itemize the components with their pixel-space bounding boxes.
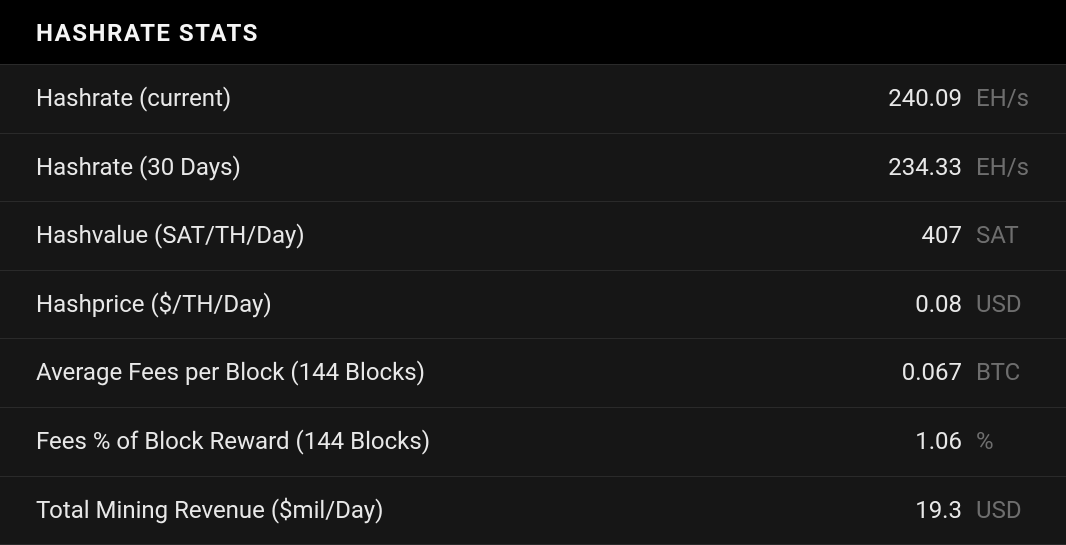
stat-right: 19.3 USD	[915, 494, 1030, 528]
stat-unit: BTC	[976, 356, 1030, 390]
stat-label: Average Fees per Block (144 Blocks)	[36, 356, 425, 390]
stat-value: 19.3	[915, 494, 962, 528]
stat-row-hashrate-current: Hashrate (current) 240.09 EH/s	[0, 65, 1066, 134]
stat-unit: EH/s	[976, 82, 1030, 116]
stat-right: 240.09 EH/s	[888, 82, 1030, 116]
stat-row-mining-revenue: Total Mining Revenue ($mil/Day) 19.3 USD	[0, 477, 1066, 545]
stat-right: 1.06 %	[915, 425, 1030, 459]
stat-value: 0.08	[915, 288, 962, 322]
stat-unit: EH/s	[976, 151, 1030, 185]
stat-label: Hashprice ($/TH/Day)	[36, 288, 272, 322]
panel-title: HASHRATE STATS	[0, 0, 1066, 65]
stat-label: Total Mining Revenue ($mil/Day)	[36, 494, 384, 528]
stat-value: 407	[922, 219, 962, 253]
stat-row-avg-fees: Average Fees per Block (144 Blocks) 0.06…	[0, 339, 1066, 408]
stat-right: 234.33 EH/s	[888, 151, 1030, 185]
stat-unit: %	[976, 425, 1030, 459]
stat-row-hashprice: Hashprice ($/TH/Day) 0.08 USD	[0, 271, 1066, 340]
stat-value: 1.06	[915, 425, 962, 459]
stat-label: Hashrate (current)	[36, 82, 231, 116]
stat-row-hashrate-30d: Hashrate (30 Days) 234.33 EH/s	[0, 134, 1066, 203]
stat-value: 0.067	[902, 356, 962, 390]
stat-label: Fees % of Block Reward (144 Blocks)	[36, 425, 430, 459]
hashrate-stats-panel: HASHRATE STATS Hashrate (current) 240.09…	[0, 0, 1066, 524]
stat-unit: SAT	[976, 219, 1030, 253]
stat-value: 240.09	[888, 82, 962, 116]
stat-right: 407 SAT	[922, 219, 1030, 253]
stat-unit: USD	[976, 494, 1030, 528]
stat-label: Hashvalue (SAT/TH/Day)	[36, 219, 305, 253]
stats-list: Hashrate (current) 240.09 EH/s Hashrate …	[0, 65, 1066, 545]
stat-row-fees-pct: Fees % of Block Reward (144 Blocks) 1.06…	[0, 408, 1066, 477]
stat-row-hashvalue: Hashvalue (SAT/TH/Day) 407 SAT	[0, 202, 1066, 271]
stat-unit: USD	[976, 288, 1030, 322]
stat-label: Hashrate (30 Days)	[36, 151, 241, 185]
stat-right: 0.08 USD	[915, 288, 1030, 322]
stat-right: 0.067 BTC	[902, 356, 1030, 390]
stat-value: 234.33	[888, 151, 962, 185]
